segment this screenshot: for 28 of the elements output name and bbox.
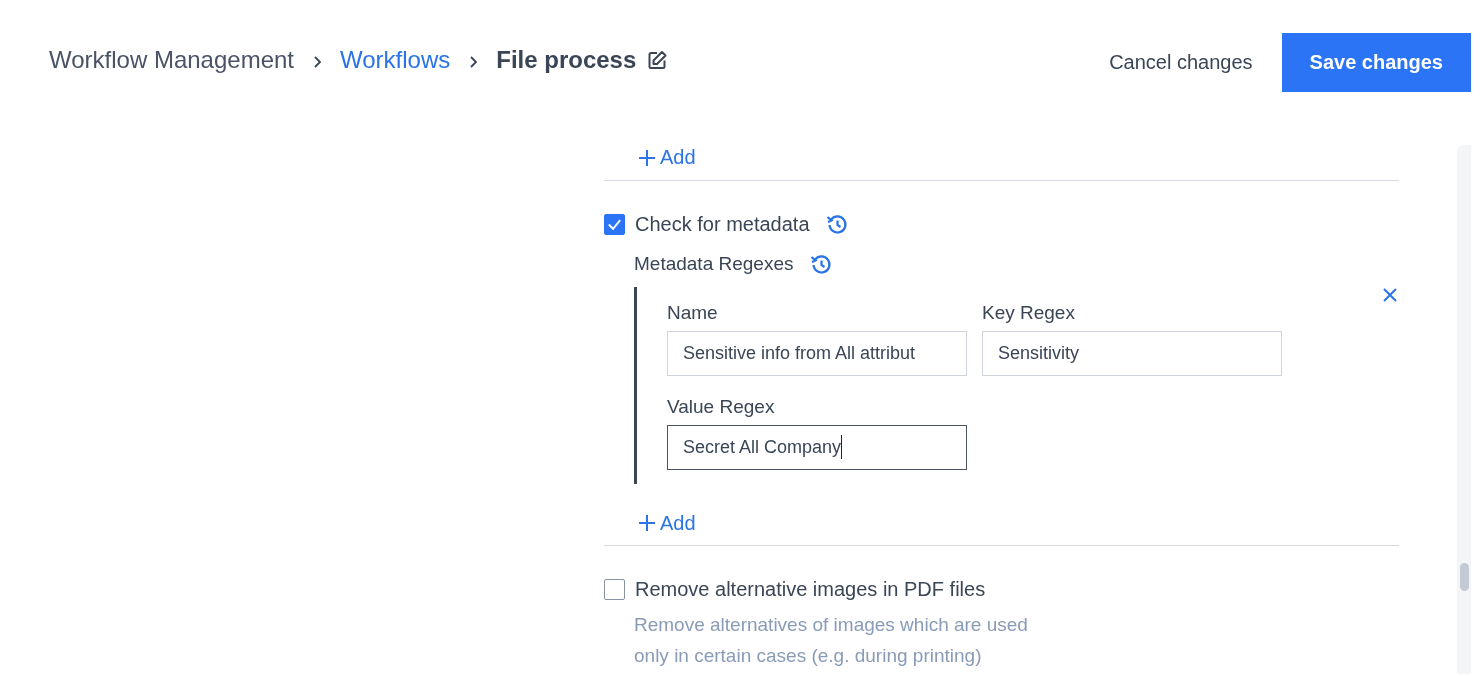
plus-icon [638, 148, 656, 167]
scrollbar[interactable] [1457, 145, 1471, 674]
breadcrumb-link[interactable]: Workflows [340, 46, 451, 74]
input-field[interactable]: Sensitive info from All attribut [667, 330, 967, 376]
chevron-icon [469, 55, 480, 69]
field-label: Name [667, 301, 719, 324]
save-button[interactable]: Save changes [1281, 33, 1471, 92]
history-icon[interactable] [809, 252, 832, 275]
checkbox[interactable] [604, 213, 625, 235]
edit-icon[interactable] [647, 49, 669, 71]
description-text: Remove alternatives of images which are used only in certain cases (e.g. during printing) [634, 613, 1029, 668]
field-label: Key Regex [982, 301, 1076, 324]
section-label: Metadata Regexes [634, 252, 794, 275]
field-label: Value Regex [667, 395, 776, 418]
checkbox-label: Check for metadata [635, 212, 810, 236]
chevron-icon [313, 55, 323, 69]
page-title: File process [496, 46, 637, 74]
breadcrumb-item: Workflow Management [49, 46, 294, 74]
checkbox[interactable] [604, 579, 625, 600]
scrollbar-thumb[interactable] [1460, 563, 1469, 591]
add-button[interactable]: Add [638, 146, 696, 169]
close-icon[interactable] [1382, 286, 1398, 303]
add-button[interactable]: Add [638, 511, 696, 535]
plus-icon [638, 514, 656, 532]
input-field[interactable]: Sensitivity [982, 330, 1282, 376]
input-field[interactable]: Secret All Company [667, 424, 967, 470]
history-icon[interactable] [825, 213, 848, 235]
checkbox-label: Remove alternative images in PDF files [635, 578, 986, 601]
